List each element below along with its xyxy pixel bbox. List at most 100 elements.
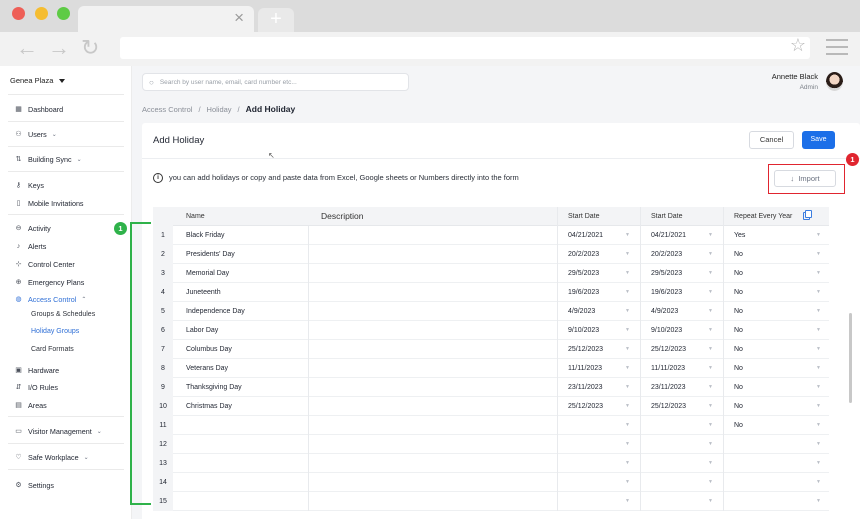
dropdown-arrow-icon[interactable]: ▼: [625, 416, 630, 435]
save-button[interactable]: Save: [802, 131, 835, 149]
repeat-every-year-cell[interactable]: [723, 473, 829, 492]
repeat-every-year-cell[interactable]: No: [723, 302, 829, 321]
import-button[interactable]: ↓ Import: [774, 170, 836, 187]
name-cell[interactable]: Independence Day: [173, 302, 308, 321]
name-cell[interactable]: [173, 473, 308, 492]
description-cell[interactable]: [308, 340, 557, 359]
close-window-button[interactable]: [12, 7, 25, 20]
dropdown-arrow-icon[interactable]: ▼: [625, 283, 630, 302]
sidebar-item-access-control[interactable]: ◍ Access Control ⌃: [14, 293, 86, 305]
sidebar-item-io-rules[interactable]: ⇵ I/O Rules: [14, 381, 58, 393]
name-cell[interactable]: Memorial Day: [173, 264, 308, 283]
description-cell[interactable]: [308, 454, 557, 473]
dropdown-arrow-icon[interactable]: ▼: [625, 359, 630, 378]
maximize-window-button[interactable]: [57, 7, 70, 20]
description-cell[interactable]: [308, 321, 557, 340]
dropdown-arrow-icon[interactable]: ▼: [816, 321, 821, 340]
name-cell[interactable]: Veterans Day: [173, 359, 308, 378]
site-selector[interactable]: Genea Plaza: [10, 76, 66, 85]
name-cell[interactable]: [173, 492, 308, 511]
dropdown-arrow-icon[interactable]: ▼: [708, 340, 713, 359]
dropdown-arrow-icon[interactable]: ▼: [625, 397, 630, 416]
avatar[interactable]: [826, 72, 843, 91]
sidebar-item-visitor-management[interactable]: ▭ Visitor Management ⌄: [14, 425, 102, 437]
dropdown-arrow-icon[interactable]: ▼: [625, 264, 630, 283]
dropdown-arrow-icon[interactable]: ▼: [708, 473, 713, 492]
sidebar-item-dashboard[interactable]: ▦ Dashboard: [14, 103, 63, 115]
dropdown-arrow-icon[interactable]: ▼: [816, 454, 821, 473]
dropdown-arrow-icon[interactable]: ▼: [816, 492, 821, 511]
description-cell[interactable]: [308, 435, 557, 454]
name-cell[interactable]: Black Friday: [173, 226, 308, 245]
sidebar-item-users[interactable]: ⚇ Users ⌄: [14, 128, 56, 140]
dropdown-arrow-icon[interactable]: ▼: [708, 226, 713, 245]
sidebar-item-safe-workplace[interactable]: ♡ Safe Workplace ⌄: [14, 451, 88, 463]
breadcrumb-access-control[interactable]: Access Control: [142, 105, 192, 114]
cancel-button[interactable]: Cancel: [749, 131, 794, 149]
repeat-every-year-cell[interactable]: No: [723, 283, 829, 302]
bookmark-star-icon[interactable]: ☆: [790, 35, 806, 56]
name-cell[interactable]: Columbus Day: [173, 340, 308, 359]
scrollbar[interactable]: [849, 313, 852, 403]
repeat-every-year-cell[interactable]: No: [723, 245, 829, 264]
description-cell[interactable]: [308, 359, 557, 378]
sidebar-subitem-holiday-groups[interactable]: Holiday Groups: [31, 328, 79, 335]
name-cell[interactable]: Labor Day: [173, 321, 308, 340]
dropdown-arrow-icon[interactable]: ▼: [816, 416, 821, 435]
description-cell[interactable]: [308, 397, 557, 416]
description-cell[interactable]: [308, 416, 557, 435]
dropdown-arrow-icon[interactable]: ▼: [816, 302, 821, 321]
repeat-every-year-cell[interactable]: [723, 435, 829, 454]
description-cell[interactable]: [308, 473, 557, 492]
repeat-every-year-cell[interactable]: No: [723, 340, 829, 359]
dropdown-arrow-icon[interactable]: ▼: [708, 321, 713, 340]
dropdown-arrow-icon[interactable]: ▼: [816, 283, 821, 302]
dropdown-arrow-icon[interactable]: ▼: [816, 397, 821, 416]
repeat-every-year-cell[interactable]: No: [723, 359, 829, 378]
dropdown-arrow-icon[interactable]: ▼: [816, 226, 821, 245]
copy-icon[interactable]: [803, 210, 812, 220]
dropdown-arrow-icon[interactable]: ▼: [816, 264, 821, 283]
name-cell[interactable]: [173, 454, 308, 473]
name-cell[interactable]: Thanksgiving Day: [173, 378, 308, 397]
sidebar-item-settings[interactable]: ⚙ Settings: [14, 479, 54, 491]
sidebar-item-hardware[interactable]: ▣ Hardware: [14, 364, 59, 376]
dropdown-arrow-icon[interactable]: ▼: [816, 359, 821, 378]
repeat-every-year-cell[interactable]: Yes: [723, 226, 829, 245]
dropdown-arrow-icon[interactable]: ▼: [708, 264, 713, 283]
new-tab-button[interactable]: +: [258, 8, 294, 32]
sidebar-subitem-card-formats[interactable]: Card Formats: [31, 346, 74, 353]
description-cell[interactable]: [308, 226, 557, 245]
forward-arrow-icon[interactable]: →: [48, 35, 70, 61]
address-bar[interactable]: ☆: [120, 35, 810, 59]
dropdown-arrow-icon[interactable]: ▼: [625, 492, 630, 511]
dropdown-arrow-icon[interactable]: ▼: [625, 378, 630, 397]
dropdown-arrow-icon[interactable]: ▼: [708, 397, 713, 416]
dropdown-arrow-icon[interactable]: ▼: [708, 416, 713, 435]
repeat-every-year-cell[interactable]: [723, 492, 829, 511]
description-cell[interactable]: [308, 245, 557, 264]
repeat-every-year-cell[interactable]: [723, 454, 829, 473]
dropdown-arrow-icon[interactable]: ▼: [625, 226, 630, 245]
sidebar-item-keys[interactable]: ⚷ Keys: [14, 179, 44, 191]
dropdown-arrow-icon[interactable]: ▼: [625, 435, 630, 454]
search-input[interactable]: ○ Search by user name, email, card numbe…: [142, 73, 409, 91]
description-cell[interactable]: [308, 302, 557, 321]
dropdown-arrow-icon[interactable]: ▼: [625, 454, 630, 473]
name-cell[interactable]: [173, 416, 308, 435]
browser-menu-icon[interactable]: [826, 39, 848, 60]
sidebar-item-building-sync[interactable]: ⇅ Building Sync ⌄: [14, 153, 82, 165]
dropdown-arrow-icon[interactable]: ▼: [625, 321, 630, 340]
back-arrow-icon[interactable]: ←: [16, 35, 38, 61]
name-cell[interactable]: Juneteenth: [173, 283, 308, 302]
dropdown-arrow-icon[interactable]: ▼: [708, 454, 713, 473]
description-cell[interactable]: [308, 283, 557, 302]
repeat-every-year-cell[interactable]: No: [723, 397, 829, 416]
dropdown-arrow-icon[interactable]: ▼: [708, 492, 713, 511]
dropdown-arrow-icon[interactable]: ▼: [816, 378, 821, 397]
sidebar-subitem-groups-schedules[interactable]: Groups & Schedules: [31, 311, 95, 318]
close-tab-icon[interactable]: ×: [234, 8, 244, 28]
dropdown-arrow-icon[interactable]: ▼: [708, 245, 713, 264]
sidebar-item-activity[interactable]: ⊖ Activity: [14, 222, 51, 234]
dropdown-arrow-icon[interactable]: ▼: [625, 473, 630, 492]
